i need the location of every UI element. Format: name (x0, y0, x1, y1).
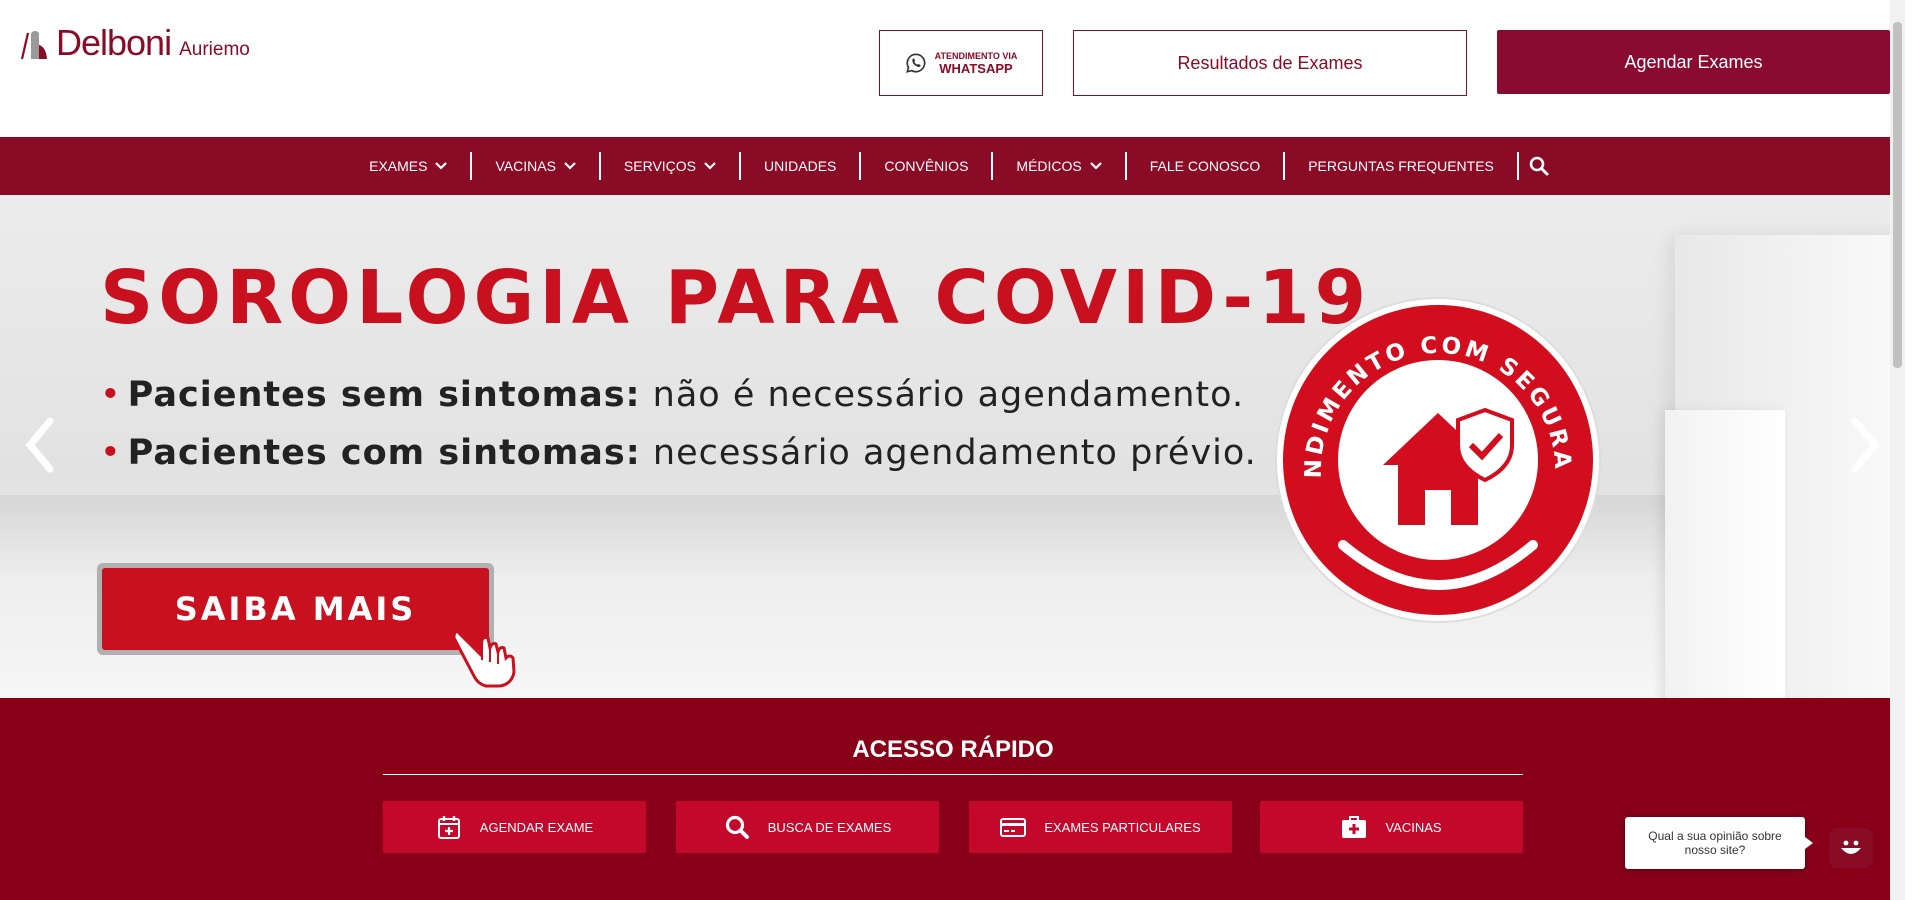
carousel-prev-icon[interactable] (22, 415, 62, 475)
hero-bullet-1-text: não é necessário agendamento. (640, 375, 1245, 415)
scrollbar[interactable] (1890, 0, 1905, 900)
chevron-down-icon (1089, 162, 1102, 170)
quick-access-title: ACESSO RÁPIDO (852, 736, 1054, 763)
nav-label: FALE CONOSCO (1149, 158, 1261, 174)
chevron-down-icon (435, 162, 448, 170)
nav-label: PERGUNTAS FREQUENTES (1308, 158, 1494, 174)
nav-search-button[interactable] (1516, 152, 1559, 180)
nav-item-vacinas[interactable]: VACINAS (472, 152, 601, 180)
chat-bot-button[interactable] (1829, 828, 1873, 868)
hero-bullet-1: • Pacientes sem sintomas: não é necessári… (100, 375, 1245, 415)
saiba-mais-label: SAIBA MAIS (102, 568, 489, 650)
quick-exames-particulares-button[interactable]: EXAMES PARTICULARES (969, 801, 1232, 853)
page: Delboni Auriemo ATENDIMENTO VIA WHATSAPP… (0, 0, 1905, 900)
hero-bullet-2: • Pacientes com sintomas: necessário agen… (100, 433, 1257, 473)
quick-agendar-exame-button[interactable]: AGENDAR EXAME (383, 801, 646, 853)
quick-button-label: EXAMES PARTICULARES (1044, 819, 1201, 835)
saiba-mais-button[interactable]: SAIBA MAIS (97, 563, 494, 655)
nav-label: VACINAS (495, 158, 556, 174)
chevron-down-icon (564, 162, 576, 170)
nav-item-unidades[interactable]: UNIDADES (741, 152, 862, 180)
nav-item-fale-conosco[interactable]: FALE CONOSCO (1127, 152, 1286, 180)
brand-sub: Auriemo (179, 39, 250, 60)
smiley-bot-icon (1841, 840, 1861, 854)
search-icon (1529, 156, 1549, 176)
whatsapp-icon (905, 53, 926, 73)
security-seal: ATENDIMENTO COM SEGURANÇA (1273, 295, 1601, 623)
schedule-button[interactable]: Agendar Exames (1497, 30, 1890, 94)
quick-button-label: BUSCA DE EXAMES (767, 819, 892, 835)
whatsapp-label-small: ATENDIMENTO VIA (934, 50, 1018, 61)
hero-title: SOROLOGIA PARA COVID-19 (100, 255, 1372, 341)
medkit-icon (1342, 816, 1367, 838)
quick-button-label: AGENDAR EXAME (479, 819, 594, 835)
divider (383, 774, 1523, 775)
brand-name: Delboni (56, 22, 172, 63)
hero-bullet-2-text: necessário agendamento prévio. (640, 433, 1257, 473)
quick-vacinas-button[interactable]: VACINAS (1260, 801, 1523, 853)
nav-label: CONVÊNIOS (884, 158, 969, 174)
main-nav: EXAMES VACINAS SERVIÇOS UNIDADES CONVÊNI… (0, 137, 1905, 195)
nav-item-exames[interactable]: EXAMES (346, 152, 473, 180)
header: Delboni Auriemo ATENDIMENTO VIA WHATSAPP… (0, 0, 1905, 137)
quick-busca-exames-button[interactable]: BUSCA DE EXAMES (676, 801, 939, 853)
whatsapp-label: WHATSAPP (939, 60, 1013, 76)
nav-item-servicos[interactable]: SERVIÇOS (601, 152, 742, 180)
results-button[interactable]: Resultados de Exames (1073, 30, 1467, 96)
hero-carousel: SOROLOGIA PARA COVID-19 • Pacientes sem s… (0, 195, 1905, 698)
whatsapp-button[interactable]: ATENDIMENTO VIA WHATSAPP (879, 30, 1043, 96)
nav-label: EXAMES (369, 158, 428, 174)
nav-label: SERVIÇOS (623, 158, 697, 174)
credit-card-icon (1000, 818, 1027, 837)
quick-button-label: VACINAS (1385, 819, 1442, 835)
carousel-next-icon[interactable] (1843, 415, 1883, 475)
nav-item-convenios[interactable]: CONVÊNIOS (861, 152, 994, 180)
nav-label: MÉDICOS (1016, 158, 1082, 174)
quick-access: ACESSO RÁPIDO AGENDAR EXAME BUSCA DE EXA… (0, 698, 1905, 900)
chevron-down-icon (704, 162, 716, 170)
search-icon (725, 815, 749, 839)
logo-mark-icon (20, 31, 47, 60)
nav-label: UNIDADES (764, 158, 837, 174)
nav-item-perguntas[interactable]: PERGUNTAS FREQUENTES (1285, 152, 1519, 180)
nav-item-medicos[interactable]: MÉDICOS (993, 152, 1127, 180)
hero-bullet-1-bold: Pacientes sem sintomas: (127, 375, 641, 415)
hero-bullet-2-bold: Pacientes com sintomas: (127, 433, 641, 473)
scrollbar-thumb[interactable] (1893, 22, 1902, 368)
pointer-hand-icon (452, 630, 516, 688)
calendar-plus-icon (437, 816, 460, 839)
feedback-tooltip[interactable]: Qual a sua opinião sobre nosso site? (1625, 817, 1813, 869)
brand-logo[interactable]: Delboni Auriemo (20, 25, 250, 61)
hero-decor-box (1665, 410, 1785, 698)
